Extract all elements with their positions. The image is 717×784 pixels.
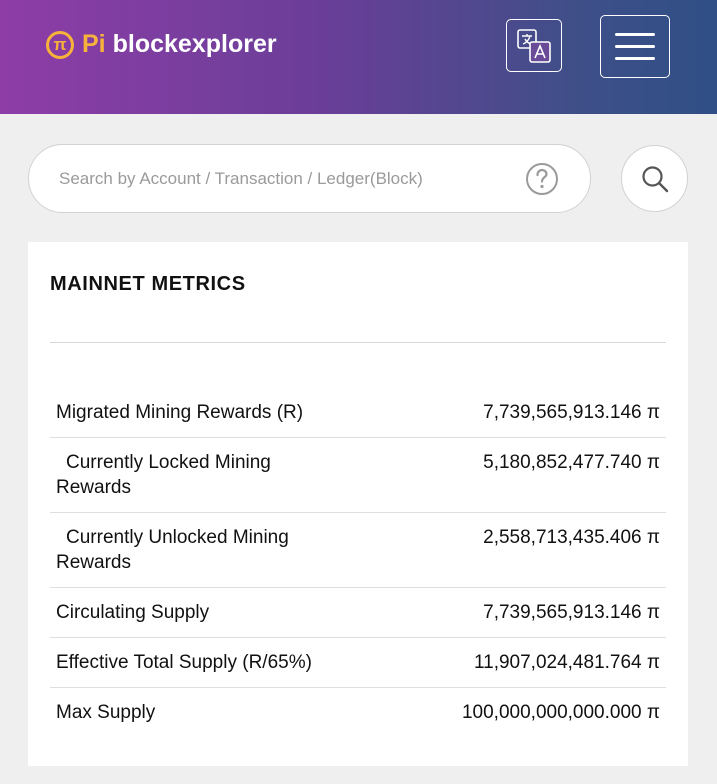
menu-button[interactable] <box>600 15 670 78</box>
metric-row-circulating-supply: Circulating Supply 7,739,565,913.146 π <box>50 588 666 638</box>
metric-label: Circulating Supply <box>56 602 210 623</box>
logo-blockexplorer-text: blockexplorer <box>112 30 277 58</box>
top-header: π Pi blockexplorer <box>0 0 717 114</box>
logo-symbol: π <box>53 34 67 54</box>
metric-row-effective-total-supply: Effective Total Supply (R/65%) 11,907,02… <box>50 638 666 688</box>
card-title: MAINNET METRICS <box>50 273 246 295</box>
metric-row-max-supply: Max Supply 100,000,000,000.000 π <box>50 688 666 738</box>
metric-label: Currently Locked Mining Rewards <box>56 452 271 498</box>
metric-value: 7,739,565,913.146 π <box>483 402 660 423</box>
logo[interactable]: π Pi blockexplorer <box>46 30 277 59</box>
search-box <box>28 144 591 213</box>
metric-row-migrated-mining-rewards: Migrated Mining Rewards (R) 7,739,565,91… <box>50 388 666 438</box>
metric-value: 100,000,000,000.000 π <box>461 702 660 723</box>
metric-value: 5,180,852,477.740 π <box>483 452 660 473</box>
metric-value: 7,739,565,913.146 π <box>483 602 660 623</box>
metric-row-unlocked-mining-rewards: Currently Unlocked Mining Rewards 2,558,… <box>50 513 666 588</box>
metric-value: 11,907,024,481.764 π <box>473 652 660 673</box>
divider <box>50 342 666 343</box>
translate-icon <box>517 28 551 63</box>
pi-coin-icon: π <box>46 30 74 59</box>
metric-row-locked-mining-rewards: Currently Locked Mining Rewards 5,180,85… <box>50 438 666 513</box>
metrics-table: Migrated Mining Rewards (R) 7,739,565,91… <box>50 388 666 738</box>
metric-label: Effective Total Supply (R/65%) <box>56 652 312 673</box>
mainnet-metrics-card: MAINNET METRICS Migrated Mining Rewards … <box>28 242 688 766</box>
language-button[interactable] <box>506 19 562 72</box>
metric-value: 2,558,713,435.406 π <box>483 527 660 548</box>
search-button[interactable] <box>621 145 688 212</box>
metric-label: Currently Unlocked Mining Rewards <box>56 527 289 573</box>
magnifier-icon <box>641 165 668 192</box>
hamburger-menu-icon <box>615 33 655 36</box>
question-circle-icon[interactable] <box>525 162 559 196</box>
metric-label: Max Supply <box>56 702 156 723</box>
logo-pi-text: Pi <box>82 30 106 58</box>
search-input[interactable] <box>57 163 511 195</box>
metric-label: Migrated Mining Rewards (R) <box>56 402 304 423</box>
